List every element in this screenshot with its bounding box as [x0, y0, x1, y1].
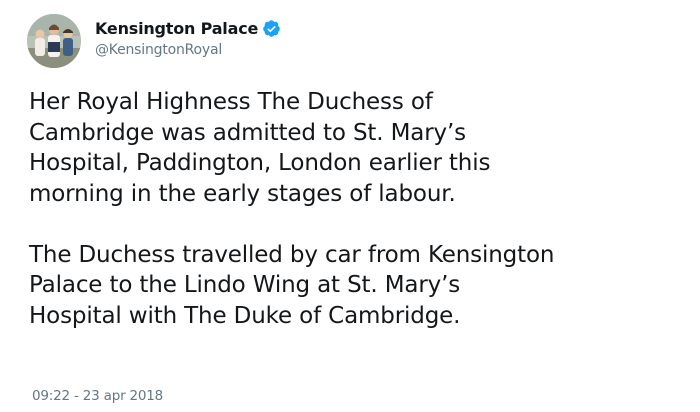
verified-badge-icon — [262, 19, 281, 38]
tweet-author: Kensington Palace @KensingtonRoyal — [95, 17, 281, 58]
author-handle[interactable]: @KensingtonRoyal — [95, 42, 281, 58]
tweet-paragraph-1: Her Royal Highness The Duchess of Cambri… — [29, 89, 491, 207]
profile-photo-icon — [27, 14, 81, 68]
avatar[interactable] — [27, 14, 81, 68]
author-display-name[interactable]: Kensington Palace — [95, 19, 258, 38]
tweet-card: Kensington Palace @KensingtonRoyal Her R… — [0, 0, 700, 412]
tweet-text: Her Royal Highness The Duchess of Cambri… — [29, 87, 689, 331]
author-name-row: Kensington Palace — [95, 17, 281, 39]
tweet-timestamp[interactable]: 09:22 - 23 apr 2018 — [32, 388, 163, 404]
tweet-paragraph-2: The Duchess travelled by car from Kensin… — [29, 241, 555, 329]
